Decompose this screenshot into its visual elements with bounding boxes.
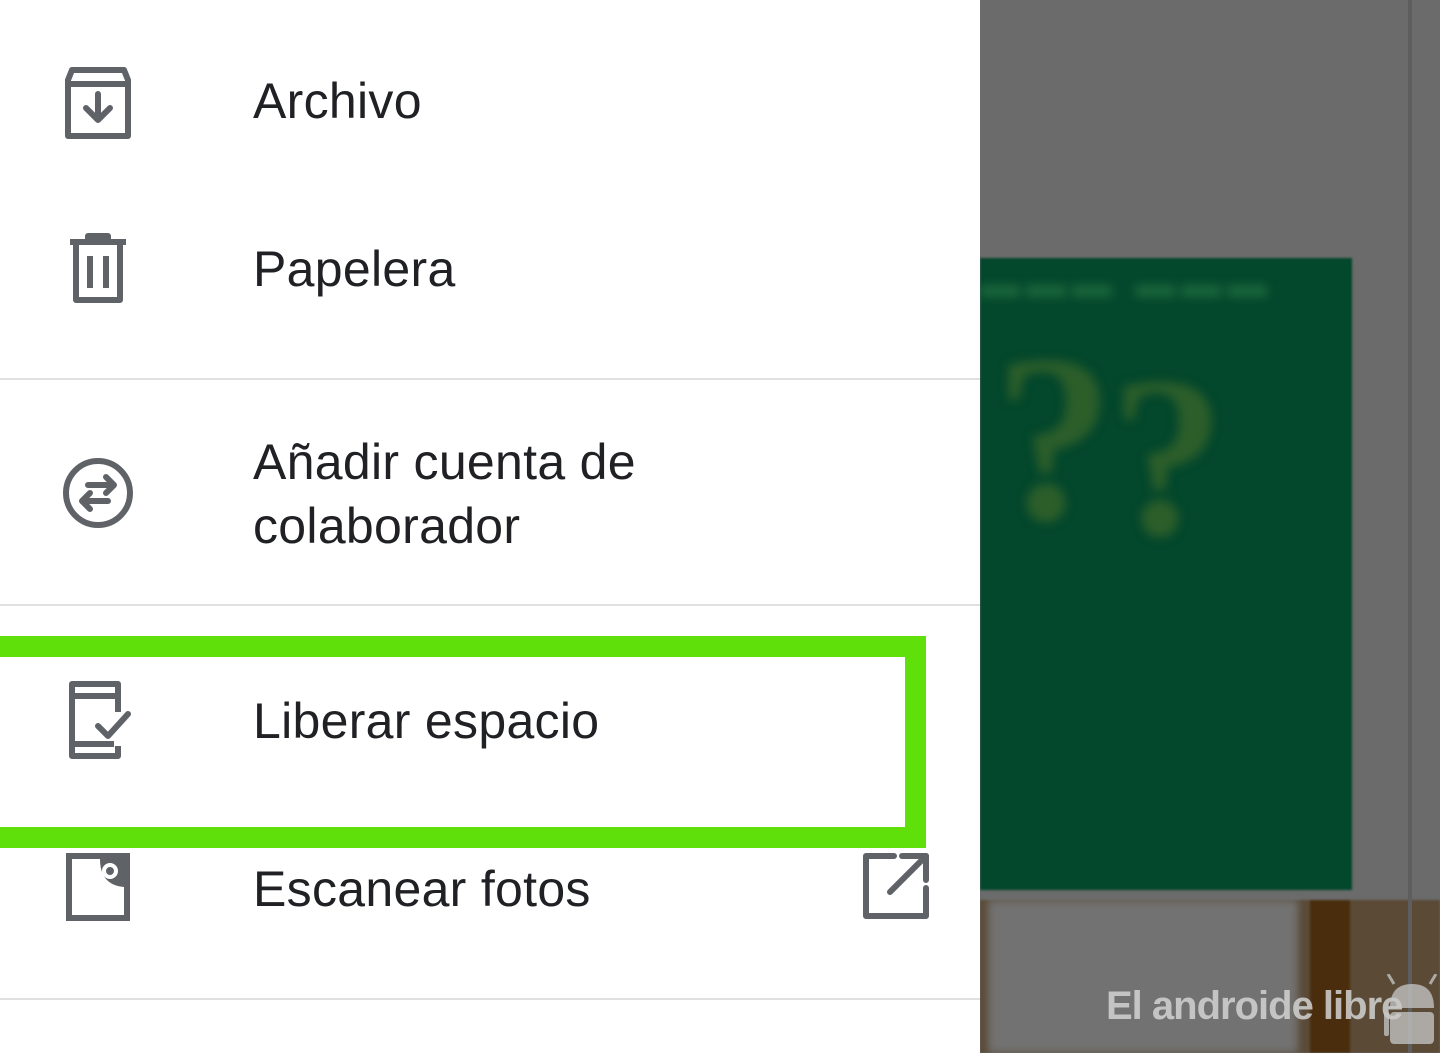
drawer-divider [0, 378, 980, 380]
drawer-item-label: Archivo [253, 73, 422, 129]
background-card: ▬▬▬ ▬▬▬ ? ? [980, 258, 1352, 890]
drawer-item-add-partner-account[interactable]: Añadir cuenta de colaborador [0, 420, 980, 580]
drawer-item-label: Papelera [253, 241, 456, 297]
open-external-icon[interactable] [860, 850, 932, 922]
highlight-frame [0, 636, 926, 848]
navigation-drawer: Archivo Papelera Añadir cuenta de colabo… [0, 0, 980, 1053]
drawer-item-archive[interactable]: Archivo [0, 48, 980, 158]
watermark-android-logo [1384, 974, 1438, 1044]
background-question-mark: ? [994, 305, 1114, 571]
drawer-divider [0, 998, 980, 1000]
drawer-item-label: Añadir cuenta de colaborador [253, 434, 636, 554]
drawer-item-trash[interactable]: Papelera [0, 214, 980, 324]
trash-icon [70, 233, 126, 303]
background-edge [1408, 0, 1412, 1053]
archive-icon [65, 67, 131, 139]
background-card-header: ▬▬▬ ▬▬▬ [980, 262, 1274, 306]
background-scrim[interactable]: ▬▬▬ ▬▬▬ ? ? El androide libre [980, 0, 1440, 1053]
background-bottom-card [980, 900, 1440, 1053]
screen: ▬▬▬ ▬▬▬ ? ? El androide libre Archivo Pa… [0, 0, 1440, 1053]
watermark-text: El androide libre [1106, 984, 1403, 1028]
background-question-mark: ? [1110, 329, 1225, 584]
drawer-divider [0, 604, 980, 606]
switch-account-icon [63, 458, 133, 528]
photo-scan-icon [66, 853, 130, 921]
background-bottom-stripe [1310, 900, 1350, 1053]
drawer-item-photoscan[interactable]: Escanear fotos [0, 830, 980, 948]
drawer-item-label: Escanear fotos [253, 861, 591, 917]
background-bottom-inner [988, 900, 1298, 1053]
